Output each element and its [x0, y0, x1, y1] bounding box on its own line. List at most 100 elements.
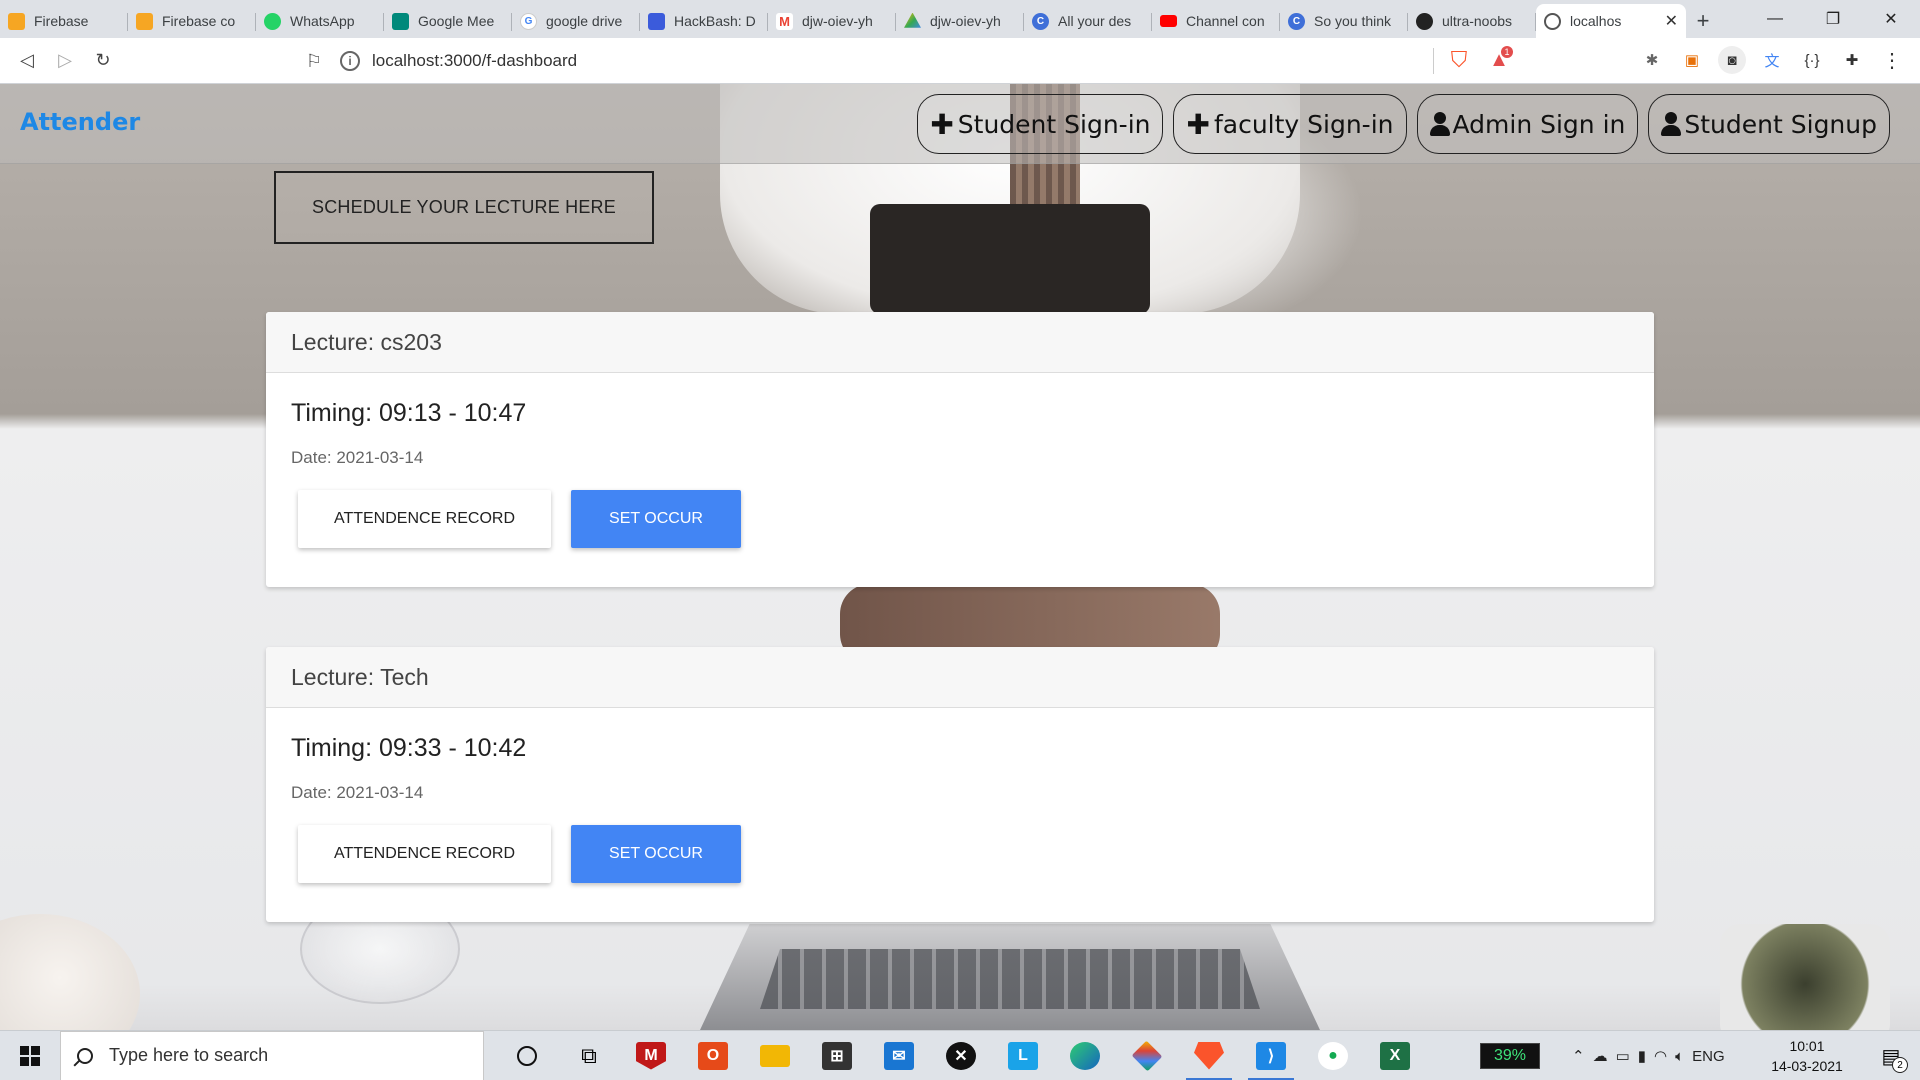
cortana-icon[interactable]	[496, 1031, 558, 1080]
translate-extension-icon[interactable]: 文	[1758, 46, 1786, 74]
student-signin-link[interactable]: ✚ Student Sign-in	[917, 94, 1164, 154]
close-tab-icon[interactable]: ✕	[1665, 11, 1678, 31]
lecture-actions: ATTENDENCE RECORD SET OCCUR	[298, 825, 1629, 883]
taskbar-search[interactable]: Type here to search	[60, 1030, 484, 1080]
firebase-icon	[136, 12, 153, 30]
browser-tab[interactable]: Firebase co	[128, 4, 256, 38]
notification-center-icon[interactable]: ▤ 2	[1876, 1041, 1908, 1073]
system-tray: ⌃ ☁ ▭ ▮ ◠ 🔈︎ ENG	[1572, 1031, 1725, 1080]
battery-indicator[interactable]: 39%	[1480, 1043, 1540, 1069]
notification-count: 2	[1892, 1057, 1908, 1073]
lecture-title: Lecture: cs203	[266, 312, 1654, 373]
address-bar[interactable]: i localhost:3000/f-dashboard	[340, 43, 1440, 79]
office-icon[interactable]: O	[682, 1031, 744, 1080]
set-occur-button[interactable]: SET OCCUR	[571, 825, 741, 883]
close-window-button[interactable]: ✕	[1862, 0, 1920, 38]
background-photo	[1720, 924, 1890, 1030]
browser-tab[interactable]: Google Mee	[384, 4, 512, 38]
plus-icon: ✚	[930, 107, 954, 141]
globe-icon	[1544, 12, 1561, 30]
json-extension-icon[interactable]: {·}	[1798, 46, 1826, 74]
wifi-icon[interactable]: ◠	[1654, 1047, 1667, 1065]
youtube-icon	[1160, 15, 1177, 27]
lecture-card: Lecture: cs203 Timing: 09:13 - 10:47 Dat…	[266, 312, 1654, 587]
site-navbar: Attender ✚ Student Sign-in ✚ faculty Sign-…	[0, 84, 1920, 164]
minimize-button[interactable]: —	[1746, 0, 1804, 38]
tab-title: ultra-noobs	[1442, 13, 1513, 29]
search-placeholder: Type here to search	[109, 1045, 269, 1065]
google-drive-icon	[904, 12, 921, 28]
browser-tab[interactable]: ultra-noobs	[1408, 4, 1536, 38]
extensions-puzzle-icon[interactable]: ✚	[1838, 46, 1866, 74]
nav-link-label: Admin Sign in	[1452, 109, 1626, 139]
incognito-extension-icon[interactable]: ◙	[1718, 46, 1746, 74]
brand-logo[interactable]: Attender	[20, 108, 140, 136]
tab-title: Google Mee	[418, 13, 495, 29]
browser-tab-active[interactable]: localhos ✕	[1536, 4, 1686, 38]
window-controls: — ❐ ✕	[1746, 0, 1920, 38]
mongodb-icon[interactable]: ●	[1302, 1031, 1364, 1080]
tab-title: localhos	[1570, 13, 1622, 29]
restore-button[interactable]: ❐	[1804, 0, 1862, 38]
menu-kebab-icon[interactable]: ⋮	[1878, 46, 1906, 74]
brave-rewards-icon[interactable]: ▲ 1	[1485, 46, 1513, 74]
store-icon[interactable]: ⊞	[806, 1031, 868, 1080]
start-button[interactable]	[0, 1031, 60, 1080]
schedule-lecture-button[interactable]: SCHEDULE YOUR LECTURE HERE	[274, 171, 654, 244]
volume-icon[interactable]: 🔈︎	[1675, 1048, 1684, 1065]
person-icon	[1429, 112, 1450, 136]
browser-tab[interactable]: Mdjw-oiev-yh	[768, 4, 896, 38]
browser-tab[interactable]: HackBash: D	[640, 4, 768, 38]
excel-icon[interactable]: X	[1364, 1031, 1426, 1080]
language-indicator[interactable]: ENG	[1692, 1048, 1725, 1065]
display-icon[interactable]: ▭	[1616, 1047, 1630, 1065]
mail-icon[interactable]: ✉	[868, 1031, 930, 1080]
lecture-timing: Timing: 09:13 - 10:47	[291, 399, 527, 427]
chevron-up-icon[interactable]: ⌃	[1572, 1047, 1585, 1065]
set-occur-button[interactable]: SET OCCUR	[571, 490, 741, 548]
screenshot-extension-icon[interactable]: ▣	[1678, 46, 1706, 74]
clock-time: 10:01	[1789, 1038, 1825, 1054]
bug-extension-icon[interactable]: ✱	[1638, 46, 1666, 74]
git-app-icon[interactable]	[1116, 1031, 1178, 1080]
back-button[interactable]: ◁	[8, 42, 46, 80]
whatsapp-icon	[264, 12, 281, 30]
browser-tab[interactable]: djw-oiev-yh	[896, 4, 1024, 38]
browser-tab[interactable]: Channel con	[1152, 4, 1280, 38]
forward-button[interactable]: ▷	[46, 42, 84, 80]
background-photo	[870, 204, 1150, 314]
site-info-icon[interactable]: i	[340, 51, 360, 71]
task-view-icon[interactable]: ⧉	[558, 1031, 620, 1080]
attendance-record-button[interactable]: ATTENDENCE RECORD	[298, 825, 551, 883]
nav-link-label: Student Signup	[1684, 109, 1877, 139]
edge-icon[interactable]	[1054, 1031, 1116, 1080]
browser-tab[interactable]: WhatsApp	[256, 4, 384, 38]
vscode-icon[interactable]: ⟩	[1240, 1031, 1302, 1080]
attendance-record-button[interactable]: ATTENDENCE RECORD	[298, 490, 551, 548]
system-clock[interactable]: 10:01 14-03-2021	[1760, 1036, 1854, 1076]
brave-browser-icon[interactable]	[1178, 1031, 1240, 1080]
admin-signin-link[interactable]: Admin Sign in	[1416, 94, 1639, 154]
faculty-signin-link[interactable]: ✚ faculty Sign-in	[1173, 94, 1407, 154]
browser-tab[interactable]: Firebase	[0, 4, 128, 38]
tab-title: google drive	[546, 13, 623, 29]
nav-link-label: faculty Sign-in	[1213, 109, 1394, 139]
file-explorer-icon[interactable]	[744, 1031, 806, 1080]
search-icon	[77, 1047, 93, 1064]
student-signup-link[interactable]: Student Signup	[1648, 94, 1890, 154]
browser-tab[interactable]: C So you think	[1280, 4, 1408, 38]
mcafee-icon[interactable]: M	[620, 1031, 682, 1080]
bookmark-icon[interactable]: ⚐	[295, 42, 333, 80]
google-icon: G	[520, 12, 537, 30]
reload-button[interactable]: ↻	[84, 42, 122, 80]
new-tab-button[interactable]: +	[1686, 4, 1720, 38]
brave-shield-icon[interactable]: ⛉	[1445, 46, 1473, 74]
battery-icon[interactable]: ▮	[1638, 1047, 1646, 1065]
lecture-date: Date: 2021-03-14	[291, 783, 424, 802]
onedrive-icon[interactable]: ☁	[1593, 1047, 1608, 1065]
l-app-icon[interactable]: L	[992, 1031, 1054, 1080]
github-icon	[1416, 12, 1433, 30]
browser-tab[interactable]: Ggoogle drive	[512, 4, 640, 38]
browser-tab[interactable]: C All your des	[1024, 4, 1152, 38]
xbox-icon[interactable]: ✕	[930, 1031, 992, 1080]
